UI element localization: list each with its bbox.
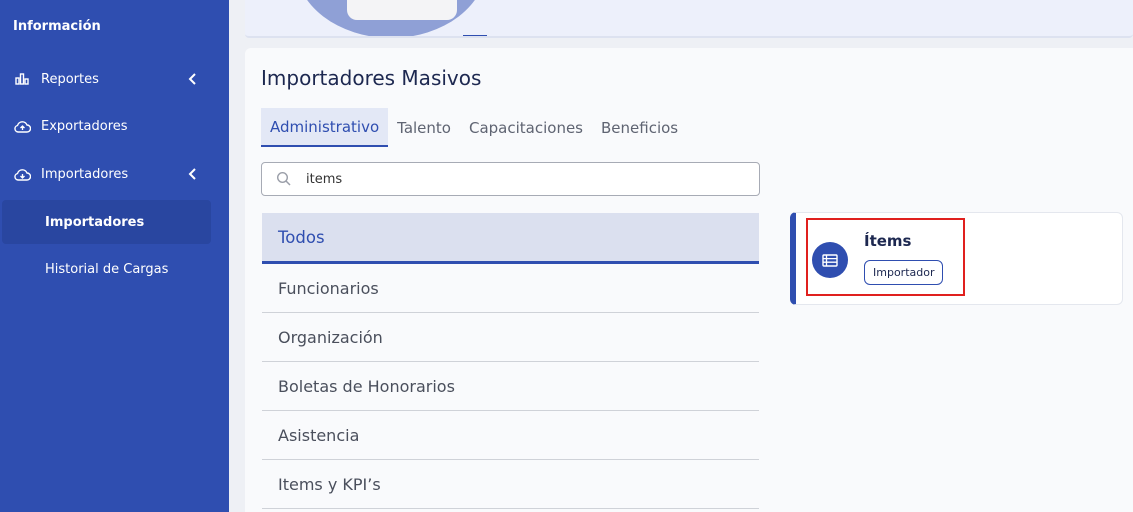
chevron-left-icon[interactable] — [185, 166, 201, 182]
tab-bar: Administrativo Talento Capacitaciones Be… — [261, 108, 687, 147]
page-title: Importadores Masivos — [261, 66, 482, 90]
category-items-kpis[interactable]: Items y KPI’s — [262, 460, 759, 509]
category-list: Todos Funcionarios Organización Boletas … — [262, 213, 759, 509]
search-icon — [276, 171, 291, 186]
sidebar-subitem-historial[interactable]: Historial de Cargas — [0, 254, 229, 284]
result-card-items[interactable]: Ítems Importador — [790, 212, 1123, 305]
category-funcionarios[interactable]: Funcionarios — [262, 264, 759, 313]
cloud-download-icon — [13, 165, 31, 183]
sidebar-subitem-importadores[interactable]: Importadores — [2, 200, 211, 244]
result-title: Ítems — [864, 232, 912, 250]
category-asistencia[interactable]: Asistencia — [262, 411, 759, 460]
tab-capacitaciones[interactable]: Capacitaciones — [460, 108, 592, 147]
category-boletas[interactable]: Boletas de Honorarios — [262, 362, 759, 411]
search-input[interactable] — [306, 171, 726, 187]
chevron-left-icon[interactable] — [185, 71, 201, 87]
top-banner — [245, 0, 1133, 38]
category-todos[interactable]: Todos — [262, 213, 759, 264]
sidebar-item-label: Importadores — [41, 166, 129, 182]
tab-talento[interactable]: Talento — [388, 108, 460, 147]
banner-accent — [463, 35, 487, 36]
category-organizacion[interactable]: Organización — [262, 313, 759, 362]
banner-illustration — [295, 0, 487, 36]
tab-beneficios[interactable]: Beneficios — [592, 108, 687, 147]
banner-figure — [347, 0, 457, 20]
tab-administrativo[interactable]: Administrativo — [261, 108, 389, 147]
sidebar-item-reportes[interactable]: Reportes — [0, 64, 229, 94]
search-box — [261, 162, 760, 196]
result-badge: Importador — [864, 260, 944, 285]
sidebar-title: Información — [13, 19, 101, 34]
sidebar-item-label: Reportes — [41, 71, 99, 87]
sidebar-item-label: Exportadores — [41, 118, 128, 134]
list-icon — [812, 242, 848, 278]
cloud-upload-icon — [13, 117, 31, 135]
sidebar-item-exportadores[interactable]: Exportadores — [0, 111, 229, 141]
sidebar-item-importadores[interactable]: Importadores — [0, 159, 229, 189]
bar-chart-icon — [13, 70, 31, 88]
sidebar: Información Reportes Exportadores Import… — [0, 0, 229, 512]
